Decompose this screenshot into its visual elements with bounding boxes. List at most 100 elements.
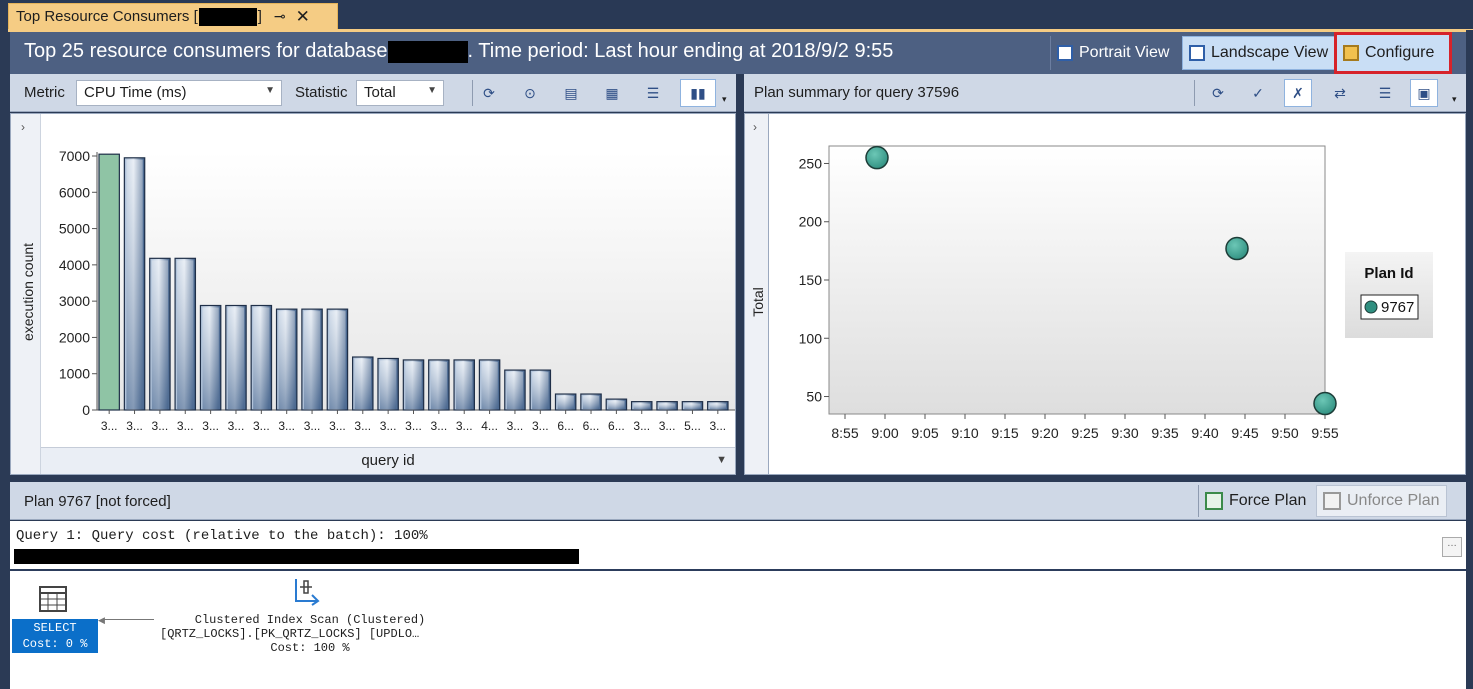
bar-shade — [303, 311, 321, 409]
force-plan-label: Force Plan — [1229, 492, 1307, 509]
landscape-view-label: Landscape View — [1211, 44, 1329, 61]
view-query-text-icon[interactable]: ▤ — [557, 79, 585, 107]
y-tick-label: 3000 — [59, 293, 90, 309]
x-tick-label: 9:50 — [1271, 425, 1298, 441]
toolbar-overflow-icon[interactable]: ▾ — [1452, 94, 1457, 105]
x-tick-label: 6... — [557, 419, 574, 433]
force-plan-icon — [1205, 492, 1223, 510]
bar-shade — [202, 307, 219, 409]
bar-shade — [227, 307, 245, 409]
portrait-view-button[interactable]: Portrait View — [1050, 36, 1175, 70]
scatter-point — [1313, 391, 1337, 416]
y-tick-label: 250 — [799, 155, 823, 171]
chart-view-icon[interactable]: ▣ — [1410, 79, 1438, 107]
x-tick-label: 9:40 — [1191, 425, 1218, 441]
bar-shade — [405, 361, 422, 409]
x-tick-label: 3... — [431, 419, 448, 433]
bar-shade — [582, 396, 600, 409]
y-tick-label: 2000 — [59, 329, 90, 345]
plan-summary-chart-panel: › 50 100 150 200 250 8:55 9:00 9:05 9:10 9:15 9:20… — [744, 113, 1466, 475]
legend-marker — [1364, 300, 1378, 314]
x-tick-label: 9:00 — [871, 425, 898, 441]
bar-shade — [430, 361, 448, 409]
grid-additional-icon[interactable]: ☰ — [639, 79, 667, 107]
configure-button[interactable]: Configure — [1334, 32, 1452, 74]
x-tick-label: 3... — [456, 419, 473, 433]
unforce-plan-label: Unforce Plan — [1347, 492, 1440, 509]
select-node-cost: Cost: 0 % — [22, 637, 88, 651]
plan-summary-title: Plan summary for query 37596 — [754, 84, 960, 101]
redacted-database-name — [387, 40, 468, 63]
x-tick-label: 4... — [481, 419, 498, 433]
window-edge — [1466, 30, 1473, 689]
y-tick-label: 0 — [82, 402, 90, 418]
x-tick-label: 9:15 — [991, 425, 1018, 441]
y-tick-label: 6000 — [59, 184, 90, 200]
grid-view-icon[interactable]: ▦ — [598, 79, 626, 107]
document-tab[interactable]: Top Resource Consumers [ ] ⊸ ✕ — [8, 3, 338, 30]
close-icon[interactable]: ✕ — [296, 7, 310, 27]
data-flow-arrow — [102, 619, 154, 620]
metric-select[interactable]: CPU Time (ms) ▼ — [76, 80, 282, 106]
x-tick-label: 9:25 — [1071, 425, 1098, 441]
select-operator-icon — [39, 586, 67, 612]
y-axis-label: execution count — [20, 243, 36, 341]
refresh-icon[interactable]: ⟳ — [1204, 79, 1232, 107]
landscape-view-icon — [1189, 45, 1205, 61]
compare-plans-icon[interactable]: ⇄ — [1326, 79, 1354, 107]
chart-view-icon[interactable]: ▮▮ — [680, 79, 716, 107]
y-axis-label: Total — [750, 287, 766, 317]
grid-view-icon[interactable]: ☰ — [1371, 79, 1399, 107]
bar-shade — [481, 361, 498, 409]
bar-shade — [506, 372, 524, 409]
landscape-view-button[interactable]: Landscape View — [1182, 36, 1336, 70]
x-tick-label: 3... — [633, 419, 650, 433]
x-tick-label: 6... — [583, 419, 600, 433]
refresh-icon[interactable]: ⟳ — [475, 79, 503, 107]
configure-icon — [1343, 45, 1359, 61]
x-tick-label: 3... — [659, 419, 676, 433]
report-title-prefix: Top 25 resource consumers for database — [24, 40, 388, 62]
x-tick-label: 3... — [709, 419, 726, 433]
unforce-plan-icon[interactable]: ✗ — [1284, 79, 1312, 107]
metric-label: Metric — [24, 84, 65, 101]
redacted-database-name — [198, 7, 257, 26]
x-tick-label: 3... — [304, 419, 321, 433]
query-id-label: query id — [361, 452, 415, 469]
bar-shade — [658, 403, 676, 409]
statistic-select[interactable]: Total ▼ — [356, 80, 444, 106]
y-tick-label: 4000 — [59, 257, 90, 273]
statistic-select-value: Total — [364, 84, 396, 101]
pin-icon[interactable]: ⊸ — [274, 8, 286, 25]
showplan-panel: Query 1: Query cost (relative to the bat… — [10, 521, 1466, 689]
clustered-index-scan-icon — [295, 579, 320, 606]
plan-summary-toolbar: Plan summary for query 37596 ⟳ ✓ ✗ ⇄ ☰ ▣… — [744, 74, 1466, 112]
x-tick-label: 3... — [380, 419, 397, 433]
bar-shade — [354, 359, 371, 409]
bar-shade — [608, 401, 625, 409]
bar-shade — [379, 360, 397, 409]
query-id-axis-selector[interactable]: query id ▼ — [41, 447, 735, 474]
x-tick-label: 9:20 — [1031, 425, 1058, 441]
tab-title-prefix: Top Resource Consumers [ — [16, 8, 198, 25]
unforce-plan-button[interactable]: Unforce Plan — [1316, 485, 1447, 517]
plan-divider — [10, 569, 1466, 571]
bar-shade — [633, 403, 650, 409]
chevron-down-icon: ▼ — [427, 85, 437, 96]
legend-title: Plan Id — [1364, 265, 1413, 282]
toolbar-overflow-icon[interactable]: ▾ — [722, 94, 727, 105]
x-tick-label: 9:35 — [1151, 425, 1178, 441]
force-plan-button[interactable]: Force Plan — [1198, 485, 1312, 517]
force-plan-icon[interactable]: ✓ — [1244, 79, 1272, 107]
x-tick-label: 9:45 — [1231, 425, 1258, 441]
y-tick-label: 150 — [799, 272, 823, 288]
scan-node-title: Clustered Index Scan (Clustered) — [194, 613, 426, 627]
missing-index-button[interactable]: … — [1442, 537, 1462, 557]
portrait-view-icon — [1057, 45, 1073, 61]
clustered-index-scan-node[interactable]: Clustered Index Scan (Clustered) [QRTZ_L… — [160, 613, 460, 655]
legend-item-label: 9767 — [1381, 299, 1414, 316]
x-tick-label: 3... — [202, 419, 219, 433]
x-tick-label: 3... — [152, 419, 169, 433]
select-operator-node[interactable]: SELECT Cost: 0 % — [12, 619, 98, 653]
track-query-icon[interactable]: ⊙ — [516, 79, 544, 107]
